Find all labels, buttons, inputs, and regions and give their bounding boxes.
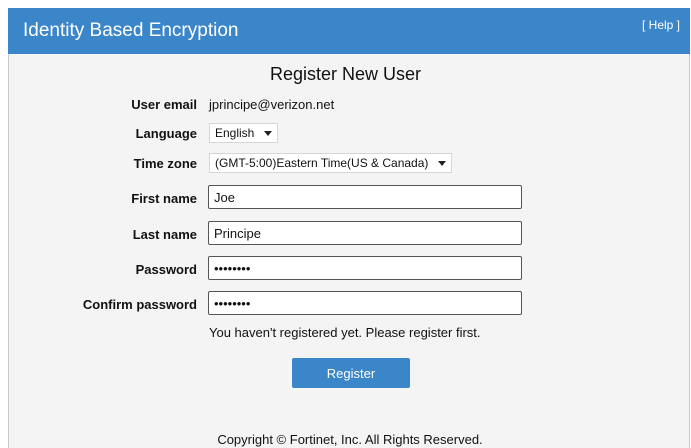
password-input[interactable] xyxy=(208,256,522,280)
last-name-label: Last name xyxy=(132,227,197,242)
user-email-value: jprincipe@verizon.net xyxy=(209,97,335,112)
chevron-down-icon xyxy=(264,130,273,136)
first-name-label: First name xyxy=(131,191,197,206)
chevron-down-icon xyxy=(438,160,447,166)
first-name-input[interactable] xyxy=(208,185,522,209)
form-heading: Register New User xyxy=(269,64,422,84)
confirm-password-label: Confirm password xyxy=(82,297,197,312)
timezone-label: Time zone xyxy=(133,156,197,171)
help-link[interactable]: [ Help ] xyxy=(642,18,680,32)
app-title: Identity Based Encryption xyxy=(23,20,239,41)
last-name-input[interactable] xyxy=(208,221,522,245)
register-button[interactable]: Register xyxy=(292,358,410,388)
language-select[interactable]: English xyxy=(209,123,279,143)
password-label: Password xyxy=(135,262,197,277)
timezone-select[interactable]: (GMT-5:00)Eastern Time(US & Canada) xyxy=(209,153,453,173)
copyright-text: Copyright © Fortinet, Inc. All Rights Re… xyxy=(217,432,483,447)
language-selected: English xyxy=(215,126,255,140)
user-email-label: User email xyxy=(131,97,197,112)
confirm-password-input[interactable] xyxy=(208,291,522,315)
header-bar: Identity Based Encryption [ Help ] xyxy=(8,8,690,54)
timezone-selected: (GMT-5:00)Eastern Time(US & Canada) xyxy=(215,156,429,170)
language-label: Language xyxy=(135,126,197,141)
registration-note: You haven't registered yet. Please regis… xyxy=(209,325,481,340)
